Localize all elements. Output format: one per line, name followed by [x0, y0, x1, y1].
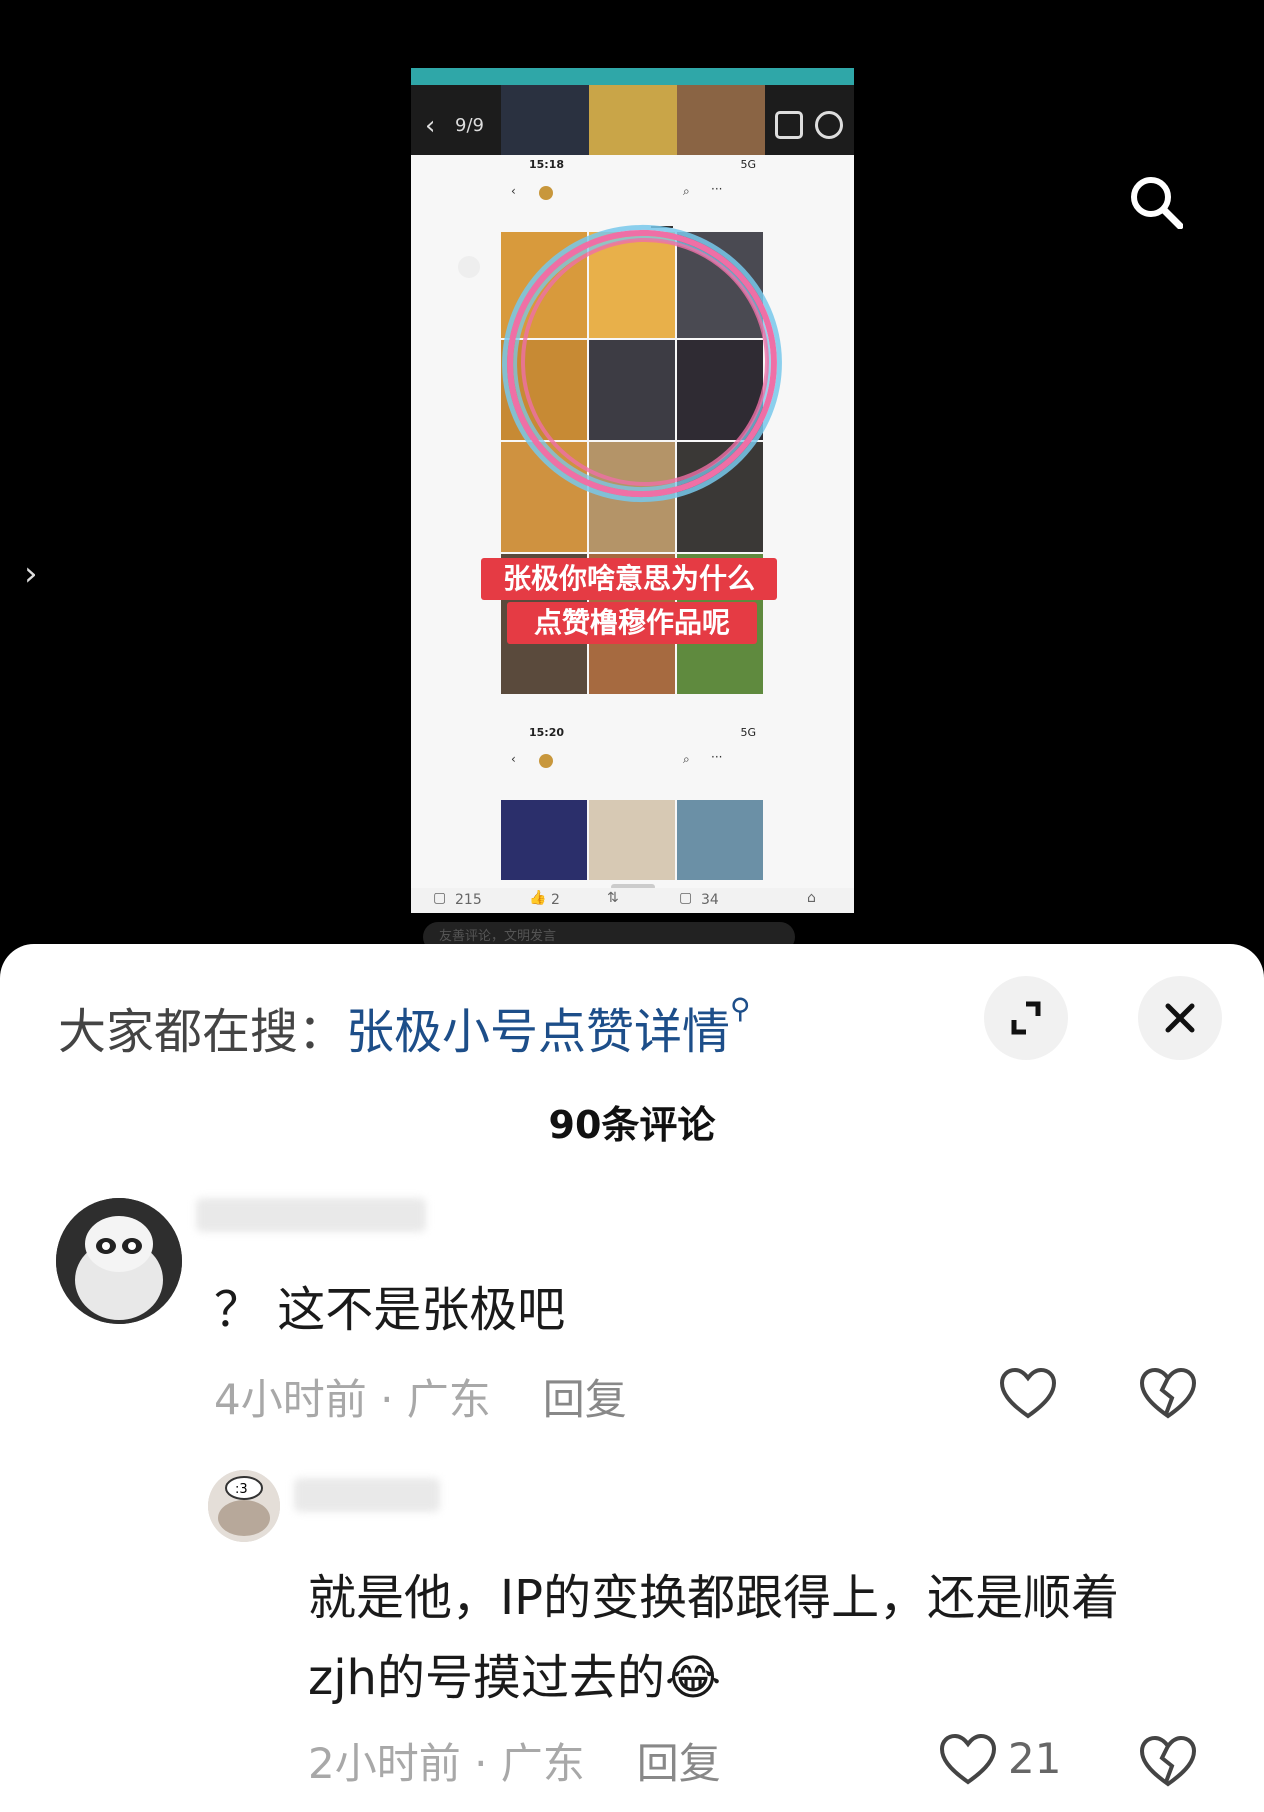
- comment-text-line-1: 就是他，IP的变换都跟得上，还是顺着: [308, 1570, 1120, 1626]
- heart-icon[interactable]: [938, 1732, 998, 1788]
- comment-count: 215: [455, 892, 482, 908]
- comment-icon: ▢: [433, 890, 447, 906]
- comment-meta: 4小时前 · 广东 回复: [214, 1366, 627, 1427]
- hot-search-link[interactable]: 张极小号点赞详情: [346, 1004, 730, 1060]
- profile-nav: ‹ ⌕ ···: [411, 750, 854, 774]
- like-count: 21: [1008, 1734, 1062, 1783]
- screenshot-top-strip: [411, 68, 854, 85]
- avatar: [539, 754, 553, 768]
- screenshot-actions: ▢ 215 👍 2 ⇅ ▢ 34 ⌂: [411, 888, 854, 913]
- expand-button[interactable]: [984, 976, 1068, 1060]
- status-bar: 15:20 5G: [411, 720, 854, 746]
- comment-text: ？ 这不是张极吧: [214, 1282, 566, 1338]
- profile-tabs: [411, 212, 854, 230]
- broken-heart-icon[interactable]: [1138, 1734, 1198, 1790]
- back-icon: ‹: [511, 184, 516, 198]
- hot-search-label: 大家都在搜：: [58, 1004, 347, 1060]
- avatar-image: [56, 1198, 182, 1324]
- status-signal: 5G: [740, 158, 756, 171]
- reply-button[interactable]: 回复: [543, 1375, 627, 1424]
- tab-indicator: [651, 226, 673, 228]
- repost-icon: ⇅: [607, 890, 619, 906]
- screenshot-header: ‹ 9/9: [411, 85, 854, 155]
- status-time: 15:18: [529, 158, 565, 171]
- close-icon: [1165, 1003, 1195, 1033]
- grid-cell: [677, 800, 763, 880]
- header-thumb: [501, 85, 589, 155]
- comments-sheet: 大家都在搜：张极小号点赞详情⚲ 90条评论 ？ 这不是张极吧 4小时前 · 广东…: [0, 944, 1264, 1812]
- search-icon[interactable]: [1129, 175, 1183, 229]
- floating-dot: [458, 256, 480, 278]
- status-signal: 5G: [740, 726, 756, 739]
- grid-cell: [501, 800, 587, 880]
- header-thumb: [589, 85, 677, 155]
- username-blurred[interactable]: [294, 1478, 440, 1512]
- broken-heart-icon[interactable]: [1138, 1366, 1198, 1422]
- chevron-right-icon[interactable]: ›: [24, 554, 38, 594]
- comment-count-title: 90条评论: [548, 1103, 716, 1147]
- comment-meta: 2小时前 · 广东 回复: [308, 1730, 721, 1791]
- comment-time: 4小时前 · 广东: [214, 1375, 491, 1424]
- comment-time: 2小时前 · 广东: [308, 1739, 585, 1788]
- avatar[interactable]: :3: [208, 1470, 280, 1542]
- svg-text::3: :3: [235, 1482, 248, 1497]
- video-grid: [501, 800, 765, 880]
- back-icon: ‹: [511, 752, 516, 766]
- picture-icon[interactable]: [775, 111, 803, 139]
- search-icon: ⌕: [683, 184, 690, 198]
- comment-icon: ▢: [679, 890, 693, 906]
- share-count: 34: [701, 892, 719, 908]
- back-icon[interactable]: ‹: [425, 111, 435, 141]
- comment-text-line-2: zjh的号摸过去的😂: [308, 1650, 722, 1706]
- avatar-image: :3: [208, 1470, 280, 1542]
- heart-icon[interactable]: [998, 1366, 1058, 1422]
- status-bar: 15:18 5G: [411, 152, 854, 178]
- refresh-icon[interactable]: [815, 111, 843, 139]
- caption-line-1: 张极你啥意思为什么: [481, 558, 777, 600]
- reply-button[interactable]: 回复: [637, 1739, 721, 1788]
- more-icon: ···: [711, 182, 723, 196]
- embedded-screenshot: ‹ 9/9 15:18 5G ‹ ⌕ ··· 张极你啥意思为什么 点赞橹穆作品呢…: [411, 68, 854, 913]
- expand-icon: [1011, 1001, 1041, 1035]
- like-count: 2: [551, 892, 560, 908]
- avatar: [539, 186, 553, 200]
- username-blurred[interactable]: [196, 1198, 426, 1232]
- like-icon: 👍: [529, 890, 547, 906]
- avatar[interactable]: [56, 1198, 182, 1324]
- video-viewer: ‹ 9/9 15:18 5G ‹ ⌕ ··· 张极你啥意思为什么 点赞橹穆作品呢…: [0, 0, 1264, 960]
- gift-icon: ⌂: [807, 890, 816, 906]
- search-icon: ⌕: [683, 752, 690, 766]
- grid-cell: [589, 800, 675, 880]
- profile-nav: ‹ ⌕ ···: [411, 182, 854, 206]
- hot-search[interactable]: 大家都在搜：张极小号点赞详情⚲: [58, 992, 751, 1062]
- caption-line-2: 点赞橹穆作品呢: [507, 602, 757, 644]
- close-button[interactable]: [1138, 976, 1222, 1060]
- header-thumb: [677, 85, 765, 155]
- pager: 9/9: [455, 115, 484, 136]
- search-icon: ⚲: [730, 992, 751, 1025]
- status-time: 15:20: [529, 726, 565, 739]
- more-icon: ···: [711, 750, 723, 764]
